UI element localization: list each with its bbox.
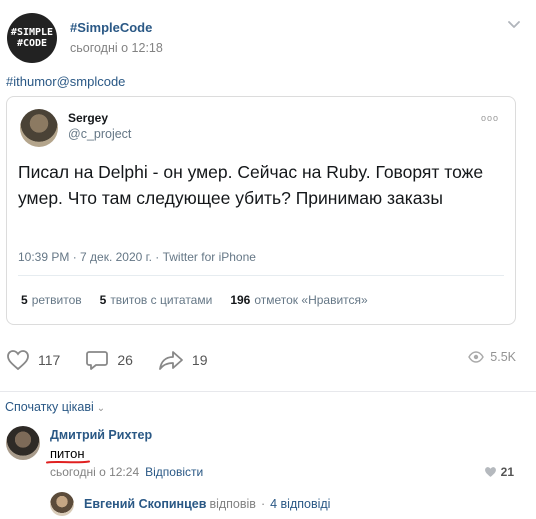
share-count: 19	[191, 352, 208, 368]
comment-meta: сьогодні о 12:24 Відповісти	[50, 465, 203, 479]
eye-icon	[468, 351, 485, 363]
comment-time[interactable]: сьогодні о 12:24	[50, 465, 139, 479]
tweet-stat-count: 5	[21, 293, 28, 307]
group-meta: #SimpleCode сьогодні о 12:18	[70, 20, 163, 55]
comments-sort-dropdown[interactable]: Спочатку цікаві ⌄	[5, 400, 105, 414]
tweet-stat-retweets: 5 ретвитов	[21, 293, 82, 307]
red-underline-mark	[46, 460, 90, 464]
heart-icon	[484, 467, 496, 477]
divider	[0, 391, 536, 392]
tweet-author-handle: @c_project	[68, 127, 132, 141]
comment-button[interactable]: 26	[85, 349, 133, 371]
reply-author-avatar[interactable]	[50, 492, 74, 516]
comment-author-avatar[interactable]	[6, 426, 40, 460]
separator-dot: ·	[260, 497, 266, 511]
reply-author-name[interactable]: Евгений Скопинцев	[84, 497, 206, 511]
tweet-stat-count: 196	[230, 293, 251, 307]
like-count: 117	[38, 352, 61, 368]
chevron-down-icon[interactable]	[506, 16, 522, 32]
group-avatar[interactable]: #SIMPLE #CODE	[7, 13, 57, 63]
group-avatar-text-line1: #SIMPLE	[10, 27, 54, 38]
tweet-stat-label: твитов с цитатами	[110, 293, 213, 307]
tweet-text: Писал на Delphi - он умер. Сейчас на Rub…	[18, 162, 484, 208]
tweet-meta: 10:39 PM · 7 дек. 2020 г. · Twitter for …	[18, 250, 256, 264]
comment-icon	[86, 351, 109, 370]
views-counter: 5.5K	[468, 350, 516, 364]
comment-text: питон	[50, 446, 85, 461]
comment-count: 26	[117, 352, 133, 368]
show-replies-link[interactable]: 4 відповіді	[270, 497, 330, 511]
reply-button[interactable]: Відповісти	[145, 465, 203, 479]
tweet-stat-label: ретвитов	[31, 293, 82, 307]
tweet-stat-count: 5	[99, 293, 107, 307]
tweet-stat-label: отметок «Нравится»	[254, 293, 368, 307]
share-icon	[159, 351, 183, 370]
tweet-divider	[18, 275, 504, 276]
tweet-author-name: Sergey	[68, 111, 109, 125]
comment-like-button[interactable]: 21	[484, 465, 514, 479]
post-header: #SIMPLE #CODE #SimpleCode сьогодні о 12:…	[7, 13, 163, 63]
comment-like-count: 21	[500, 465, 514, 479]
group-avatar-text-line2: #CODE	[16, 38, 48, 49]
tweet-author-avatar	[20, 109, 58, 147]
chevron-down-icon: ⌄	[96, 403, 106, 414]
tweet-stats: 5 ретвитов 5 твитов с цитатами 196 отметок …	[21, 293, 368, 307]
tweet-stat-likes: 196 отметок «Нравится»	[230, 293, 367, 307]
group-name-link[interactable]: #SimpleCode	[70, 20, 163, 35]
tweet-logo-icon: ooo	[480, 113, 499, 123]
replies-summary: Евгений Скопинцев відповів · 4 відповіді	[84, 497, 330, 511]
like-button[interactable]: 117	[6, 349, 60, 371]
heart-icon	[7, 350, 29, 371]
post-hashtag[interactable]: #ithumor@smplcode	[6, 74, 125, 89]
tweet-stat-quotes: 5 твитов с цитатами	[100, 293, 213, 307]
comment-author-name[interactable]: Дмитрий Рихтер	[50, 428, 152, 442]
post-actions: 117 26 19 5.5K	[6, 348, 516, 372]
post-time[interactable]: сьогодні о 12:18	[70, 41, 163, 55]
reply-verb: відповів	[209, 497, 256, 511]
tweet-card: Sergey @c_project ooo Писал на Delphi - …	[6, 96, 516, 325]
views-count: 5.5K	[490, 350, 516, 364]
comments-sort-label: Спочатку цікаві	[5, 400, 94, 414]
share-button[interactable]: 19	[158, 349, 208, 371]
